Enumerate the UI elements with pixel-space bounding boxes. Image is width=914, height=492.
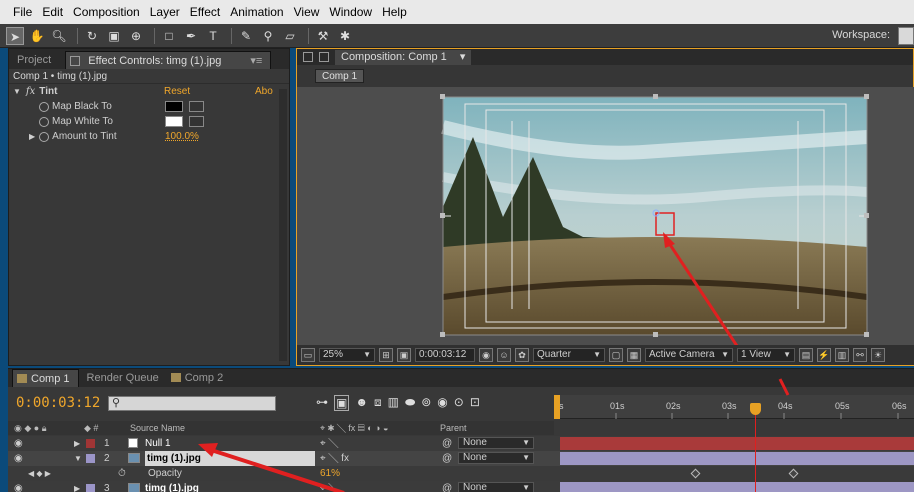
- effect-controls-panel: Project Effect Controls: timg (1).jpg ▾≡…: [8, 48, 290, 366]
- chevron-right-icon[interactable]: ▶: [29, 129, 35, 144]
- toggle-pixel-aspect-icon[interactable]: ▤: [799, 348, 813, 362]
- menu-layer[interactable]: Layer: [145, 0, 185, 24]
- menu-bar: File Edit Composition Layer Effect Anima…: [0, 0, 914, 24]
- color-swatch-white[interactable]: [165, 116, 183, 127]
- type-tool-icon[interactable]: T: [204, 27, 222, 45]
- breadcrumb: Comp 1 • timg (1).jpg: [9, 69, 289, 84]
- pan-behind-tool-icon[interactable]: ⊕: [127, 27, 145, 45]
- fast-previews-icon[interactable]: ⚡: [817, 348, 831, 362]
- property-name: Amount to Tint: [52, 131, 117, 142]
- about-link[interactable]: Abo: [255, 84, 273, 99]
- region-of-interest-icon[interactable]: ▢: [609, 348, 623, 362]
- pen-tool-icon[interactable]: ✒: [182, 27, 200, 45]
- camera-view-dropdown[interactable]: Active Camera ▼: [645, 348, 733, 362]
- panel-tabbar: Project Effect Controls: timg (1).jpg ▾≡: [9, 49, 289, 69]
- menu-window[interactable]: Window: [324, 0, 377, 24]
- clone-stamp-tool-icon[interactable]: ⚲: [259, 27, 277, 45]
- magnification-value: 25%: [323, 349, 344, 360]
- toolbar-divider: [154, 27, 155, 44]
- flowchart-icon[interactable]: ⚯: [853, 348, 867, 362]
- property-name: Map Black To: [52, 101, 112, 112]
- menu-view[interactable]: View: [289, 0, 325, 24]
- property-row: ▶ Amount to Tint 100.0%: [9, 129, 289, 144]
- resolution-dropdown[interactable]: Quarter ▼: [533, 348, 605, 362]
- annotation-overlay: [198, 378, 790, 492]
- panel-tabbar: Composition: Comp 1 ▾: [297, 49, 913, 65]
- timeline-panel: Comp 1 Render Queue Comp 2 0:00:03:12 ⚲ …: [8, 368, 914, 492]
- channel-icon[interactable]: ✿: [515, 348, 529, 362]
- eyedropper-icon[interactable]: [189, 116, 204, 127]
- annotation-arrow: [207, 447, 345, 492]
- workspace-dropdown[interactable]: [898, 27, 914, 45]
- eraser-tool-icon[interactable]: ▱: [281, 27, 299, 45]
- show-snapshot-icon[interactable]: ☺: [497, 348, 511, 362]
- timeline-icon[interactable]: ▥: [835, 348, 849, 362]
- brush-tool-icon[interactable]: ✎: [237, 27, 255, 45]
- stopwatch-icon[interactable]: [39, 131, 50, 142]
- view-layout-value: 1 View: [741, 349, 771, 360]
- rotation-tool-icon[interactable]: ↻: [83, 27, 101, 45]
- chevron-down-icon[interactable]: ▼: [13, 84, 21, 99]
- effect-name: Tint: [39, 86, 58, 97]
- menu-effect[interactable]: Effect: [185, 0, 225, 24]
- menu-composition[interactable]: Composition: [68, 0, 145, 24]
- panel-menu-icon[interactable]: ▾≡: [250, 55, 262, 67]
- property-row: Map Black To: [9, 99, 289, 114]
- tools-panel: ➤ ✋ 🔍︎ ↻ ▣ ⊕ □ ✒ T ✎ ⚲ ▱ ⚒ ✱ Workspace:: [0, 24, 914, 48]
- composition-viewer[interactable]: [297, 87, 914, 403]
- tab-composition-label: Composition: Comp 1: [341, 50, 447, 63]
- effect-header-row: ▼ fx Tint Reset Abo: [9, 84, 289, 99]
- comp-subtab[interactable]: Comp 1: [315, 69, 365, 83]
- rectangle-tool-icon[interactable]: □: [160, 27, 178, 45]
- menu-animation[interactable]: Animation: [225, 0, 288, 24]
- fx-icon[interactable]: fx: [26, 84, 35, 99]
- scrollbar[interactable]: [279, 89, 287, 361]
- menu-edit[interactable]: Edit: [37, 0, 68, 24]
- lock-icon[interactable]: [303, 52, 313, 62]
- composition-panel: Composition: Comp 1 ▾ Comp 1 ▭ 25% ▼ ⊞ ▣…: [296, 48, 914, 403]
- color-swatch-black[interactable]: [165, 101, 183, 112]
- stopwatch-icon[interactable]: [39, 116, 49, 127]
- transparency-grid-icon[interactable]: ▦: [627, 348, 641, 362]
- zoom-tool-icon[interactable]: 🔍︎: [50, 27, 68, 45]
- property-name: Map White To: [52, 116, 113, 127]
- exposure-icon[interactable]: ☀: [871, 348, 885, 362]
- amount-value[interactable]: 100.0%: [165, 129, 199, 144]
- camera-tool-icon[interactable]: ▣: [105, 27, 123, 45]
- annotation-arrow: [778, 378, 790, 396]
- camera-view-value: Active Camera: [649, 349, 715, 360]
- hand-tool-icon[interactable]: ✋: [28, 27, 46, 45]
- workspace-label: Workspace:: [832, 29, 890, 41]
- toolbar-divider: [308, 27, 309, 44]
- toolbar-divider: [231, 27, 232, 44]
- puppet-tool-icon[interactable]: ✱: [336, 27, 354, 45]
- tab-composition[interactable]: Composition: Comp 1 ▾: [335, 49, 472, 65]
- tab-effect-controls-label: Effect Controls: timg (1).jpg: [88, 55, 222, 67]
- selection-tool-icon[interactable]: ➤: [6, 26, 24, 45]
- property-row: Map White To: [9, 114, 289, 129]
- toolbar-divider: [77, 27, 78, 44]
- resolution-value: Quarter: [537, 349, 571, 360]
- roto-brush-tool-icon[interactable]: ⚒: [314, 27, 332, 45]
- mask-visibility-icon[interactable]: ▣: [397, 348, 411, 362]
- camera-snapshot-icon[interactable]: ◉: [479, 348, 493, 362]
- current-time-field[interactable]: 0:00:03:12: [415, 348, 475, 362]
- composition-icon: [319, 52, 329, 62]
- menu-help[interactable]: Help: [377, 0, 412, 24]
- chevron-down-icon[interactable]: ▾: [460, 51, 466, 63]
- stopwatch-icon[interactable]: [39, 101, 49, 112]
- reset-link[interactable]: Reset: [164, 84, 190, 99]
- viewer-footer: ▭ 25% ▼ ⊞ ▣ 0:00:03:12 ◉ ☺ ✿ Quarter ▼ ▢ ▦…: [297, 345, 914, 365]
- view-layout-dropdown[interactable]: 1 View ▼: [737, 348, 795, 362]
- grid-icon[interactable]: ⊞: [379, 348, 393, 362]
- annotation-arrowhead: [198, 443, 218, 457]
- eyedropper-icon[interactable]: [189, 101, 204, 112]
- tab-effect-controls[interactable]: Effect Controls: timg (1).jpg ▾≡: [65, 51, 272, 69]
- composition-canvas[interactable]: [297, 87, 914, 403]
- magnification-dropdown[interactable]: 25% ▼: [319, 348, 375, 362]
- always-preview-icon[interactable]: ▭: [301, 348, 315, 362]
- menu-file[interactable]: File: [8, 0, 37, 24]
- tab-project[interactable]: Project: [9, 51, 59, 69]
- lock-icon[interactable]: [70, 56, 81, 66]
